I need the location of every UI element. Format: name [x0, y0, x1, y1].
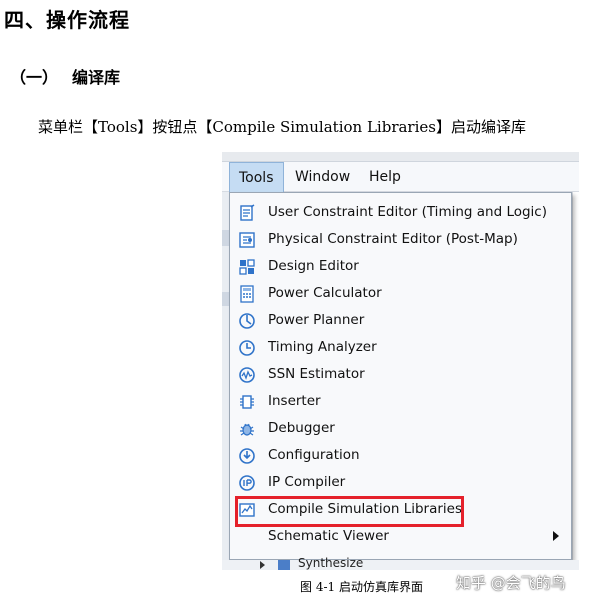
- folder-icon: [278, 560, 290, 570]
- right-panel-edge: [572, 192, 579, 570]
- menu-item-label: Inserter: [268, 393, 321, 409]
- highlight-box: [235, 496, 464, 527]
- constraint-editor-icon: [240, 204, 255, 221]
- tree-item-label: Synthesize: [298, 556, 364, 570]
- timing-analyzer-icon: [239, 340, 255, 356]
- menu-item-label: Power Planner: [268, 312, 365, 328]
- menu-item-schematic-viewer[interactable]: Schematic Viewer: [230, 523, 571, 550]
- menu-item-label: SSN Estimator: [268, 366, 365, 382]
- menu-item-label: Configuration: [268, 447, 360, 463]
- submenu-arrow-icon: [553, 531, 559, 541]
- menu-item-label: Design Editor: [268, 258, 359, 274]
- instruction-paragraph: 菜单栏【Tools】按钮点【Compile Simulation Librari…: [38, 118, 526, 136]
- window-title-strip: [222, 152, 579, 162]
- design-editor-icon: [239, 259, 255, 275]
- menu-item-power-calculator[interactable]: Power Calculator: [230, 280, 571, 307]
- menu-item-label: User Constraint Editor (Timing and Logic…: [268, 204, 547, 220]
- subsection-heading: （一） 编译库: [10, 64, 120, 88]
- debugger-icon: [240, 423, 254, 436]
- power-calculator-icon: [240, 285, 254, 303]
- menu-item-configuration[interactable]: Configuration: [230, 442, 571, 469]
- ip-compiler-icon: [239, 475, 255, 491]
- expand-arrow-icon[interactable]: [260, 561, 265, 569]
- subsection-number: （一）: [10, 68, 59, 87]
- menu-item-power-planner[interactable]: Power Planner: [230, 307, 571, 334]
- ssn-estimator-icon: [239, 367, 255, 383]
- menu-window[interactable]: Window: [286, 162, 359, 192]
- configuration-icon: [239, 448, 255, 464]
- menu-help[interactable]: Help: [360, 162, 410, 192]
- menu-bar: Tools Window Help: [222, 162, 579, 192]
- tools-dropdown-menu: User Constraint Editor (Timing and Logic…: [229, 192, 572, 560]
- menu-item-ip-compiler[interactable]: IP Compiler: [230, 469, 571, 496]
- menu-item-inserter[interactable]: Inserter: [230, 388, 571, 415]
- menu-item-physical-constraint-editor[interactable]: Physical Constraint Editor (Post-Map): [230, 226, 571, 253]
- menu-item-timing-analyzer[interactable]: Timing Analyzer: [230, 334, 571, 361]
- menu-item-label: Timing Analyzer: [268, 339, 377, 355]
- software-screenshot: Tools Window Help User Constraint Editor…: [222, 152, 579, 570]
- figure-caption: 图 4-1 启动仿真库界面: [300, 580, 423, 594]
- menu-tools[interactable]: Tools: [229, 162, 284, 192]
- menu-item-label: Physical Constraint Editor (Post-Map): [268, 231, 518, 247]
- physical-constraint-icon: [239, 232, 255, 248]
- section-heading: 四、操作流程: [4, 8, 130, 32]
- menu-item-label: Power Calculator: [268, 285, 382, 301]
- menu-item-label: Schematic Viewer: [268, 528, 389, 544]
- menu-item-label: IP Compiler: [268, 474, 346, 490]
- menu-item-debugger[interactable]: Debugger: [230, 415, 571, 442]
- inserter-icon: [240, 395, 254, 409]
- subsection-title: 编译库: [72, 68, 121, 87]
- tree-row: Synthesize: [222, 556, 579, 570]
- menu-item-ssn-estimator[interactable]: SSN Estimator: [230, 361, 571, 388]
- menu-item-user-constraint-editor[interactable]: User Constraint Editor (Timing and Logic…: [230, 199, 571, 226]
- menu-item-design-editor[interactable]: Design Editor: [230, 253, 571, 280]
- power-planner-icon: [239, 313, 255, 329]
- menu-item-label: Debugger: [268, 420, 335, 436]
- watermark: 知乎 @会飞的鸟: [456, 574, 566, 592]
